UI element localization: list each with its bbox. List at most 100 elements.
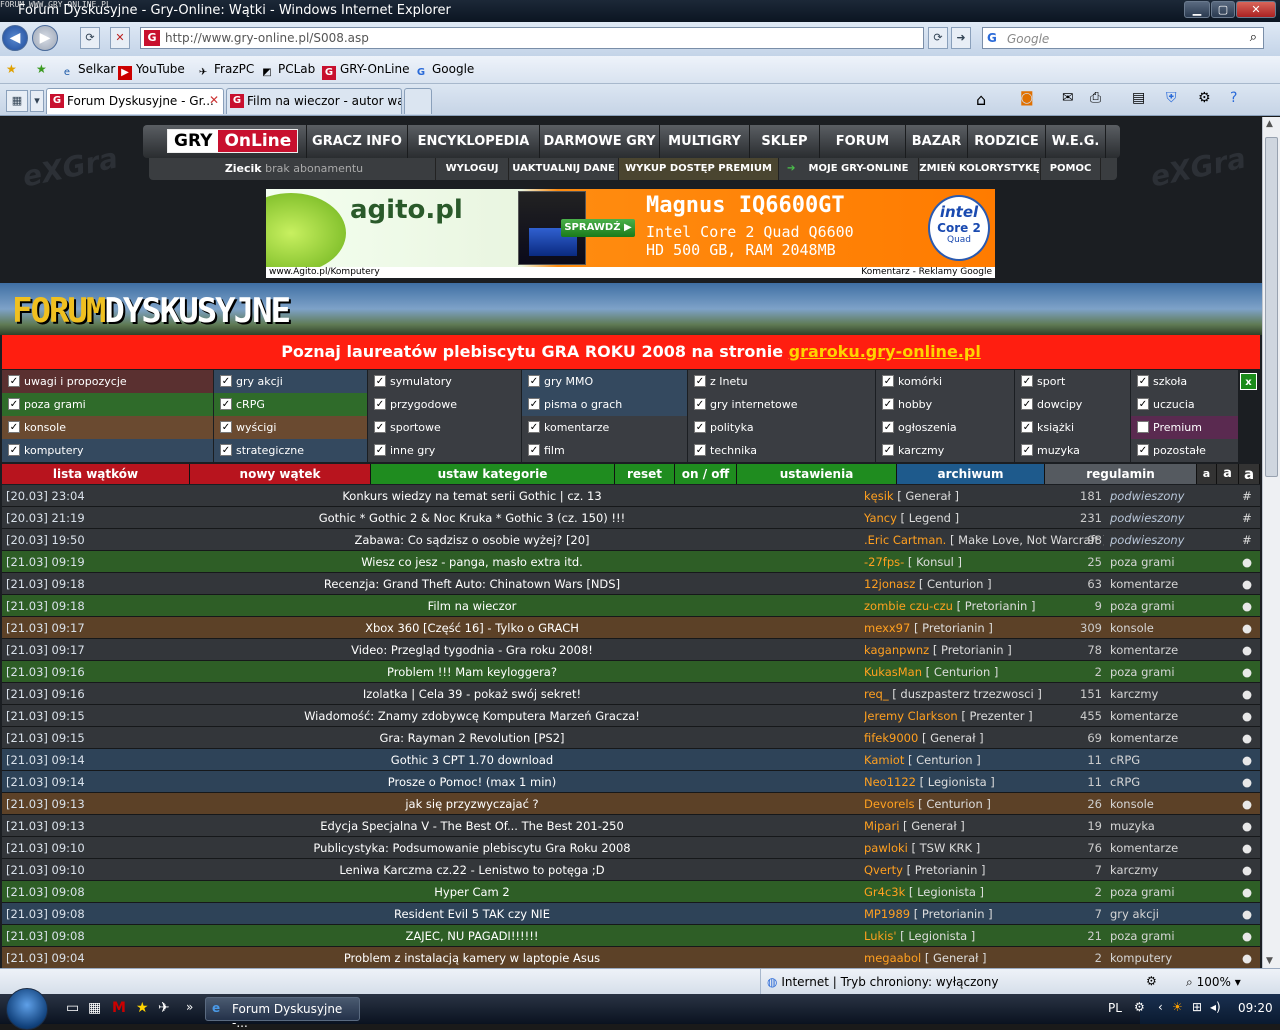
checkbox[interactable]: ✓ — [1021, 444, 1033, 456]
settings-button[interactable]: ustawienia — [737, 464, 897, 484]
network-icon[interactable]: ⊞ — [1192, 1000, 1202, 1014]
checkbox[interactable]: ✓ — [220, 375, 232, 387]
thread-row[interactable]: [21.03] 09:13 Edycja Specjalna V - The Be… — [2, 815, 1260, 837]
category-filter[interactable]: ✓ poza grami — [2, 393, 213, 416]
category-filter[interactable]: ✓ inne gry — [368, 439, 521, 462]
search-icon[interactable]: ⌕ — [1250, 30, 1257, 45]
thread-row[interactable]: [21.03] 09:08 ZAJEC, NU PAGADI!!!!!! Lukis… — [2, 925, 1260, 947]
protected-mode-icon[interactable]: ⚙ — [1146, 974, 1157, 988]
checkbox[interactable]: ✓ — [374, 444, 386, 456]
more-icon[interactable]: » — [186, 1000, 193, 1014]
thread-title[interactable]: Gothic * Gothic 2 & Noc Kruka * Gothic 3… — [182, 511, 762, 525]
author-name[interactable]: fifek9000 — [864, 731, 918, 745]
category-filter[interactable]: ✓ gry MMO — [522, 370, 687, 393]
thread-title[interactable]: Publicystyka: Podsumowanie plebiscytu Gr… — [182, 841, 762, 855]
thread-row[interactable]: [21.03] 09:13 jak się przyzwyczajać ? Devo… — [2, 793, 1260, 815]
checkbox[interactable]: ✓ — [8, 398, 20, 410]
checkbox[interactable]: ✓ — [882, 398, 894, 410]
thread-row[interactable]: [20.03] 19:50 Zabawa: Co sądzisz o osobie… — [2, 529, 1260, 551]
thread-row[interactable]: [20.03] 23:04 Konkurs wiedzy na temat ser… — [2, 485, 1260, 507]
app-star-icon[interactable]: ★ — [136, 1000, 149, 1016]
category-filter[interactable]: ✓ pisma o grach — [522, 393, 687, 416]
thread-title[interactable]: Film na wieczor — [182, 599, 762, 613]
search-box[interactable]: G Google ⌕ — [982, 27, 1264, 49]
thread-title[interactable]: Resident Evil 5 TAK czy NIE — [182, 907, 762, 921]
thread-row[interactable]: [20.03] 21:19 Gothic * Gothic 2 & Noc Kru… — [2, 507, 1260, 529]
quick-tabs-button[interactable]: ▦ — [6, 90, 28, 112]
zoom-level[interactable]: ⌕ 100% ▾ — [1186, 975, 1241, 990]
volume-icon[interactable]: ◂) — [1210, 1000, 1221, 1014]
sticky-icon[interactable]: # — [1240, 511, 1254, 525]
promo-link[interactable]: graroku.gry-online.pl — [789, 342, 981, 361]
category-filter[interactable]: ✓ dowcipy — [1015, 393, 1130, 416]
compatibility-button[interactable]: ⟳ — [80, 27, 100, 49]
premium-link[interactable]: WYKUP DOSTĘP PREMIUM — [619, 158, 779, 180]
new-post-icon[interactable]: ● — [1240, 753, 1254, 767]
thread-title[interactable]: Prosze o Pomoc! (max 1 min) — [182, 775, 762, 789]
new-post-icon[interactable]: ● — [1240, 929, 1254, 943]
app-m-icon[interactable]: M — [112, 1000, 126, 1016]
new-post-icon[interactable]: ● — [1240, 797, 1254, 811]
author-name[interactable]: Qverty — [864, 863, 903, 877]
tray-app-icon[interactable]: ☀ — [1172, 1000, 1183, 1014]
reset-button[interactable]: reset — [615, 464, 675, 484]
checkbox[interactable]: ✓ — [882, 444, 894, 456]
category-filter[interactable]: ✓ uwagi i propozycje — [2, 370, 213, 393]
category-filter[interactable]: ✓ przygodowe — [368, 393, 521, 416]
scrollbar-thumb[interactable] — [1265, 137, 1278, 477]
category-filter[interactable]: ✓ książki — [1015, 416, 1130, 439]
back-button[interactable]: ◀ — [2, 25, 28, 51]
sticky-icon[interactable]: # — [1240, 489, 1254, 503]
checkbox[interactable]: ✓ — [8, 444, 20, 456]
checkbox[interactable]: ✓ — [1021, 398, 1033, 410]
nav-rodzice[interactable]: RODZICE — [968, 125, 1046, 158]
forward-button[interactable]: ▶ — [32, 25, 58, 51]
category-filter[interactable]: ✓ muzyka — [1015, 439, 1130, 462]
new-post-icon[interactable]: ● — [1240, 841, 1254, 855]
author-name[interactable]: pawloki — [864, 841, 908, 855]
address-bar[interactable]: G http://www.gry-online.pl/S008.asp — [140, 27, 924, 49]
logout-link[interactable]: WYLOGUJ — [435, 158, 509, 180]
nav-bazar[interactable]: BAZAR — [906, 125, 968, 158]
help-icon[interactable]: ? — [1230, 90, 1237, 106]
thread-title[interactable]: Problem !!! Mam keyloggera? — [182, 665, 762, 679]
author-name[interactable]: .Eric Cartman. — [864, 533, 946, 547]
stop-button[interactable]: ✕ — [110, 27, 130, 49]
tab-forum[interactable]: G Forum Dyskusyjne - Gr... ✕ — [46, 88, 224, 114]
close-window-button[interactable]: ✕ — [1236, 1, 1276, 18]
category-filter[interactable]: ✓ konsole — [2, 416, 213, 439]
category-filter[interactable]: ✓ ogłoszenia — [876, 416, 1014, 439]
new-post-icon[interactable]: ● — [1240, 775, 1254, 789]
feeds-icon[interactable]: ◙ — [1020, 90, 1034, 106]
mail-icon[interactable]: ✉ — [1062, 90, 1074, 106]
author-name[interactable]: Jeremy Clarkson — [864, 709, 958, 723]
thread-title[interactable]: Konkurs wiedzy na temat serii Gothic | c… — [182, 489, 762, 503]
checkbox[interactable]: ✓ — [882, 375, 894, 387]
sticky-icon[interactable]: # — [1240, 533, 1254, 547]
new-post-icon[interactable]: ● — [1240, 709, 1254, 723]
rules-button[interactable]: regulamin — [1045, 464, 1197, 484]
safety-icon[interactable]: ⛨ — [1166, 90, 1177, 106]
switch-windows-icon[interactable]: ▦ — [88, 1000, 101, 1016]
checkbox[interactable]: ✓ — [1021, 421, 1033, 433]
author-name[interactable]: KukasMan — [864, 665, 922, 679]
author-name[interactable]: -27fps- — [864, 555, 904, 569]
checkbox[interactable]: ✓ — [374, 375, 386, 387]
nav-forum[interactable]: FORUM — [820, 125, 906, 158]
ad-url[interactable]: www.Agito.pl/Komputery — [269, 267, 380, 277]
nav-multigry[interactable]: MULTIGRY — [660, 125, 750, 158]
site-logo[interactable]: GRY OnLine — [167, 129, 299, 153]
thread-row[interactable]: [21.03] 09:15 Wiadomość: Znamy zdobywcę K… — [2, 705, 1260, 727]
category-filter[interactable]: Premium — [1131, 416, 1238, 439]
thread-title[interactable]: jak się przyzwyczajać ? — [182, 797, 762, 811]
thread-row[interactable]: [21.03] 09:10 Publicystyka: Podsumowanie … — [2, 837, 1260, 859]
category-filter[interactable]: ✓ technika — [688, 439, 875, 462]
nav-sklep[interactable]: SKLEP — [750, 125, 820, 158]
checkbox[interactable]: ✓ — [528, 398, 540, 410]
nav-gracz-info[interactable]: GRACZ INFO — [306, 125, 408, 158]
author-name[interactable]: Neo1122 — [864, 775, 916, 789]
set-categories-button[interactable]: ustaw kategorie — [371, 464, 615, 484]
thread-title[interactable]: Recenzja: Grand Theft Auto: Chinatown Wa… — [182, 577, 762, 591]
checkbox[interactable]: ✓ — [528, 444, 540, 456]
thread-title[interactable]: Gothic 3 CPT 1.70 download — [182, 753, 762, 767]
